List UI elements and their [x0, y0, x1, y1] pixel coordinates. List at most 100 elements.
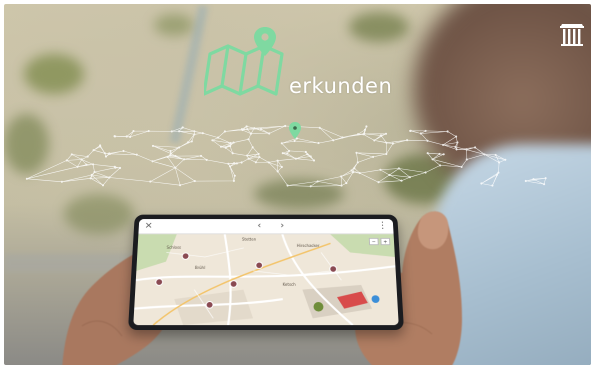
mesh-node [193, 133, 196, 136]
mesh-node [408, 176, 411, 179]
mesh-node [406, 139, 409, 142]
mesh-node [151, 144, 155, 147]
mesh-node [456, 141, 459, 144]
mesh-node [377, 181, 380, 184]
mesh-node [251, 146, 254, 149]
mesh-node [388, 173, 391, 177]
mesh-node [113, 165, 116, 168]
poi-marker[interactable] [229, 280, 238, 288]
mesh-node [89, 177, 92, 180]
mesh-node [122, 149, 125, 153]
mesh-node [442, 153, 445, 156]
mesh-node [524, 179, 527, 183]
mesh-node [254, 161, 257, 164]
mesh-edges [26, 125, 546, 187]
map-label: Brühl [194, 265, 206, 270]
mesh-node [498, 161, 501, 164]
mesh-node [318, 126, 321, 129]
mesh-node [125, 135, 128, 138]
map-label: Schloss [166, 245, 182, 250]
mesh-node [293, 139, 296, 143]
mesh-node [276, 170, 279, 173]
mesh-node [474, 146, 477, 149]
mesh-node [409, 129, 412, 132]
map-pin-icon [254, 27, 276, 56]
forward-button[interactable]: › [280, 220, 284, 233]
mesh-node [495, 173, 499, 176]
mesh-node [246, 154, 249, 157]
phone-screen: × ‹ › ⋮ Schloss Stetten Hirschacker Brüh… [133, 219, 399, 326]
menu-button[interactable]: ⋮ [378, 220, 388, 233]
photo-frame: erkunden × ‹ › ⋮ Schloss Stetten Hirscha… [4, 4, 591, 365]
mesh-node [491, 184, 494, 187]
location-pin-icon [289, 122, 301, 139]
mesh-node [465, 158, 468, 161]
smartphone: × ‹ › ⋮ Schloss Stetten Hirschacker Brüh… [128, 214, 404, 330]
mesh-node [385, 152, 388, 156]
mesh-node [147, 130, 150, 133]
mesh-node [151, 160, 154, 163]
mesh-node [309, 185, 312, 188]
mesh-node [118, 166, 122, 170]
mesh-node [224, 146, 227, 149]
back-button[interactable]: ‹ [257, 220, 261, 233]
temple-logo-icon [560, 24, 584, 46]
mesh-node [108, 152, 111, 155]
mesh-node [340, 175, 343, 178]
mesh-node [455, 148, 458, 151]
map-view[interactable]: Schloss Stetten Hirschacker Brühl Ketsch… [133, 234, 399, 326]
mesh-node [253, 127, 256, 130]
zoom-in-button[interactable]: + [380, 237, 391, 246]
mesh-node [400, 179, 403, 182]
mesh-node [280, 165, 283, 169]
mesh-node [276, 159, 279, 162]
mesh-node [356, 161, 359, 164]
poi-marker[interactable] [329, 265, 338, 273]
mesh-node [249, 132, 253, 135]
mesh-node [93, 171, 96, 174]
mesh-node [504, 158, 507, 161]
close-button[interactable]: × [144, 220, 153, 233]
poi-marker[interactable] [255, 261, 264, 270]
mesh-node [181, 126, 184, 129]
mesh-node [223, 130, 226, 133]
mesh-node [132, 130, 135, 133]
mesh-node [397, 167, 400, 170]
mesh-node [341, 136, 344, 139]
mesh-node [169, 150, 172, 153]
mesh-node [246, 128, 249, 131]
mesh-node [211, 139, 214, 142]
zoom-out-button[interactable]: − [368, 237, 379, 246]
mesh-node [480, 182, 483, 185]
mesh-node [25, 177, 28, 180]
mesh-node [363, 128, 367, 131]
mesh-node [373, 139, 376, 142]
mesh-node [247, 157, 250, 160]
mesh-node [280, 142, 283, 145]
mesh-node [316, 180, 319, 183]
mesh-node [227, 162, 230, 165]
mesh-node [385, 141, 388, 144]
mesh-node [312, 159, 316, 162]
mesh-node [104, 155, 108, 158]
mesh-node [80, 158, 83, 161]
mesh-node [129, 135, 132, 138]
mesh-node [235, 162, 238, 165]
mesh-node [353, 167, 356, 170]
mesh-node [494, 153, 497, 156]
mesh-node [232, 141, 235, 144]
mesh-node [186, 141, 189, 144]
mesh-node [372, 155, 375, 158]
mesh-node [340, 184, 343, 187]
mesh-node [92, 163, 95, 166]
mesh-node [149, 180, 152, 183]
mesh-node [258, 156, 261, 159]
mesh-node [426, 152, 429, 155]
network-mesh [25, 122, 547, 188]
mesh-node [446, 130, 449, 133]
mesh-node [233, 174, 236, 177]
mesh-node [497, 171, 500, 174]
mesh-node [362, 133, 365, 136]
folded-map-icon [204, 27, 284, 96]
mesh-node [170, 130, 173, 133]
